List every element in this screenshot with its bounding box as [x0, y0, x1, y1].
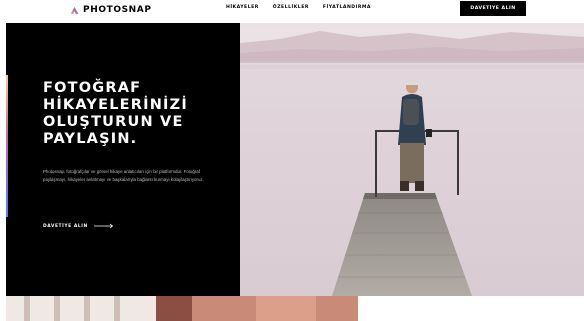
logo[interactable]: PHOTOSNAP: [70, 3, 152, 17]
hero-title-line: HİKAYELERİNİZİ: [43, 97, 188, 113]
section-image: [6, 296, 358, 321]
hero-get-invite-link[interactable]: DAVETİYE ALIN: [43, 223, 114, 229]
arrow-right-icon: [93, 223, 113, 229]
photosnap-logo-icon: [70, 6, 79, 14]
get-invite-button[interactable]: DAVETİYE ALIN: [460, 1, 526, 16]
hero-image: [240, 23, 584, 296]
hero-accent-bar: [6, 75, 8, 217]
hero-title-line: PAYLAŞIN.: [43, 131, 138, 147]
hero-link-label: DAVETİYE ALIN: [43, 223, 88, 229]
site-header: PHOTOSNAP HİKAYELER ÖZELLİKLER FİYATLAND…: [0, 0, 584, 22]
hero-panel: [6, 23, 240, 296]
nav-link-stories[interactable]: HİKAYELER: [226, 5, 259, 10]
main-nav: HİKAYELER ÖZELLİKLER FİYATLANDIRMA: [226, 5, 371, 10]
hero-description: Photosnap, fotoğrafçılar ve görsel hikay…: [43, 169, 204, 182]
hero-title: FOTOĞRAF HİKAYELERİNİZİ OLUŞTURUN VE PAY…: [43, 80, 223, 148]
nav-link-pricing[interactable]: FİYATLANDIRMA: [323, 5, 371, 10]
hero-title-line: OLUŞTURUN VE: [43, 114, 184, 130]
hero-title-line: FOTOĞRAF: [43, 80, 142, 96]
logo-text: PHOTOSNAP: [83, 5, 152, 15]
nav-link-features[interactable]: ÖZELLİKLER: [273, 5, 309, 10]
